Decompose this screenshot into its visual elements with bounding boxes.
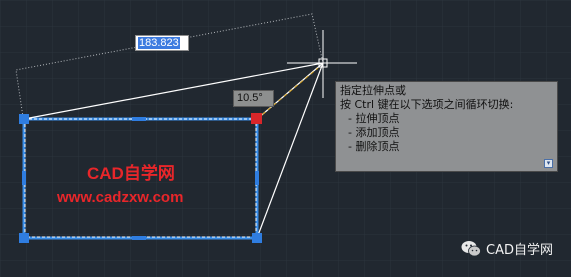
midpoint-grip-top[interactable]	[132, 117, 146, 121]
corner-grip-top-left[interactable]	[19, 114, 29, 124]
corner-grip-bottom-left[interactable]	[19, 233, 29, 243]
midpoint-grip-bottom[interactable]	[132, 236, 146, 240]
watermark-title: CAD自学网	[87, 164, 175, 183]
tooltip-option-remove-vertex: - 删除顶点	[348, 140, 400, 153]
expand-arrow-icon[interactable]: ▾	[544, 159, 553, 168]
brand-label: CAD自学网	[486, 242, 553, 258]
tooltip-option-add-vertex: - 添加顶点	[348, 126, 400, 139]
watermark-url: www.cadzxw.com	[57, 189, 184, 206]
tooltip-title: 指定拉伸点或	[340, 84, 406, 97]
corner-grip-bottom-right[interactable]	[252, 233, 262, 243]
tooltip-option-stretch-vertex: - 拉伸顶点	[348, 112, 400, 125]
midpoint-grip-left[interactable]	[22, 171, 26, 185]
tooltip-subtitle: 按 Ctrl 键在以下选项之间循环切换:	[340, 98, 514, 111]
brand-badge: CAD自学网	[461, 238, 553, 258]
midpoint-grip-right[interactable]	[255, 171, 259, 185]
command-tooltip: 指定拉伸点或 按 Ctrl 键在以下选项之间循环切换: - 拉伸顶点 - 添加顶…	[335, 81, 558, 172]
dimension-input-field[interactable]: 183.823	[135, 35, 189, 51]
angle-readout: 10.5°	[233, 90, 274, 107]
wechat-icon	[461, 240, 481, 256]
corner-grip-top-right-hot[interactable]	[251, 113, 262, 124]
dimension-input-value: 183.823	[138, 37, 180, 49]
